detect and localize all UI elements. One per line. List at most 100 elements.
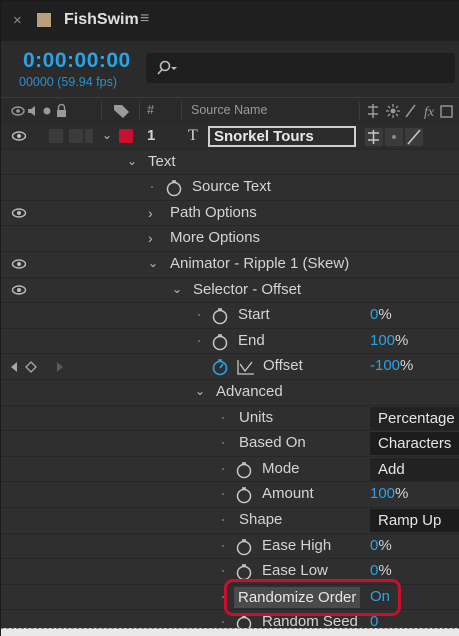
time-header: 0:00:00:00 00000 (59.94 fps) [1,41,459,97]
property-label: Start [238,306,270,324]
layer-switch-icons[interactable] [365,128,425,146]
bullet-dot [222,621,224,624]
bullet-dot [198,339,200,342]
property-group-more-options[interactable]: › More Options [1,226,459,252]
column-header: # Source Name fx [1,97,459,125]
panel-tab-bar: × FishSwim ≡ [1,1,459,41]
bullet-dot [222,519,224,521]
bullet-dot [222,493,224,496]
chevron-down-icon[interactable]: ⌄ [195,384,205,398]
property-group-text[interactable]: ⌄ Text [1,149,459,176]
stopwatch-icon[interactable] [236,486,252,504]
property-group-advanced[interactable]: ⌄ Advanced [1,380,459,406]
chevron-down-icon[interactable]: ⌄ [127,154,137,168]
panel-bottom-edge [1,628,459,636]
property-group-selector[interactable]: ⌄ Selector - Offset [1,277,459,304]
chevron-right-icon[interactable]: › [148,205,153,221]
property-value[interactable]: 0% [370,562,392,579]
search-input[interactable] [146,53,455,83]
property-amount[interactable]: Amount 100% [1,482,459,508]
panel-menu-icon[interactable]: ≡ [140,10,149,28]
shape-dropdown[interactable]: Ramp Up [370,509,459,532]
eye-visibility-icon[interactable] [11,284,27,296]
property-label: End [238,331,265,349]
property-group-path-options[interactable]: › Path Options [1,200,459,227]
property-label: Amount [262,485,314,503]
stopwatch-icon[interactable] [236,461,252,479]
search-icon [157,60,177,75]
bullet-dot [151,186,153,189]
stopwatch-icon[interactable] [212,333,228,351]
units-dropdown[interactable]: Percentage [370,406,459,430]
chevron-down-icon[interactable]: ⌄ [102,128,112,142]
property-value[interactable]: 100% [370,332,408,349]
previous-keyframe-icon [11,362,17,373]
property-value[interactable]: 0% [370,537,392,554]
layer-row[interactable]: ⌄ 1 T Snorkel Tours [1,124,459,150]
label-tag-icon [114,105,129,118]
property-label: More Options [170,229,261,247]
eye-visibility-icon[interactable] [11,207,27,219]
graph-editor-icon[interactable] [237,359,255,376]
property-value[interactable]: 100% [370,485,408,502]
property-shape[interactable]: Shape Ramp Up [1,508,459,534]
lock-switch-box[interactable] [85,129,93,143]
callout-highlight-ring [224,579,401,616]
layer-switches-icons: fx [368,104,453,119]
property-start[interactable]: Start 0% [1,303,459,329]
bullet-dot [222,544,224,547]
layer-number: 1 [147,127,156,144]
label-color-swatch[interactable] [119,129,133,143]
stopwatch-active-icon[interactable] [212,358,228,376]
property-label: Units [239,408,274,426]
next-keyframe-icon [57,362,63,373]
property-based-on[interactable]: Based On Characters [1,431,459,457]
chevron-down-icon[interactable]: ⌄ [172,282,182,296]
bullet-dot [222,416,224,419]
frame-rate-display: 00000 (59.94 fps) [19,75,117,89]
property-label: Offset [263,357,303,375]
current-time-display[interactable]: 0:00:00:00 [23,49,131,73]
property-offset[interactable]: Offset -100% [1,354,459,380]
property-units[interactable]: Units Percentage [1,405,459,432]
property-value[interactable]: 0% [370,306,392,323]
property-label: Selector - Offset [193,280,302,298]
stopwatch-icon[interactable] [166,179,182,197]
property-ease-high[interactable]: Ease High 0% [1,533,459,560]
timeline-panel: × FishSwim ≡ 0:00:00:00 00000 (59.94 fps… [0,0,459,636]
layer-name-field[interactable]: Snorkel Tours [208,126,356,147]
chevron-right-icon[interactable]: › [148,230,153,246]
stopwatch-icon[interactable] [236,538,252,556]
property-end[interactable]: End 100% [1,328,459,355]
text-layer-icon: T [188,127,198,144]
composition-tab-title[interactable]: FishSwim [64,11,139,29]
property-label: Based On [239,434,306,452]
property-label: Animator - Ripple 1 (Skew) [170,255,350,272]
based-on-dropdown[interactable]: Characters [370,432,459,456]
svg-text:fx: fx [424,105,435,119]
bullet-dot [222,570,224,573]
mode-dropdown[interactable]: Add [370,457,459,481]
layer-number-column: # [147,103,154,117]
property-group-animator[interactable]: ⌄ Animator - Ripple 1 (Skew) [1,252,459,278]
av-feature-icons [11,103,66,117]
bullet-dot [222,442,224,445]
close-tab-icon[interactable]: × [13,12,22,29]
property-label: Mode [262,459,300,477]
property-label: Shape [239,511,283,528]
chevron-down-icon[interactable]: ⌄ [148,256,158,270]
property-label: Advanced [216,383,283,400]
stopwatch-icon[interactable] [212,307,228,325]
property-value[interactable]: -100% [370,357,413,374]
eye-visibility-icon[interactable] [11,130,27,142]
solo-switch-box[interactable] [69,129,83,143]
audio-switch-box[interactable] [49,129,63,143]
eye-visibility-icon[interactable] [11,258,27,270]
property-mode[interactable]: Mode Add [1,456,459,483]
property-label: Ease Low [262,562,328,580]
composition-color-swatch [37,13,51,27]
property-source-text[interactable]: Source Text [1,175,459,201]
keyframe-navigator[interactable] [9,361,69,374]
bullet-dot [222,467,224,470]
source-name-column[interactable]: Source Name [191,103,267,117]
